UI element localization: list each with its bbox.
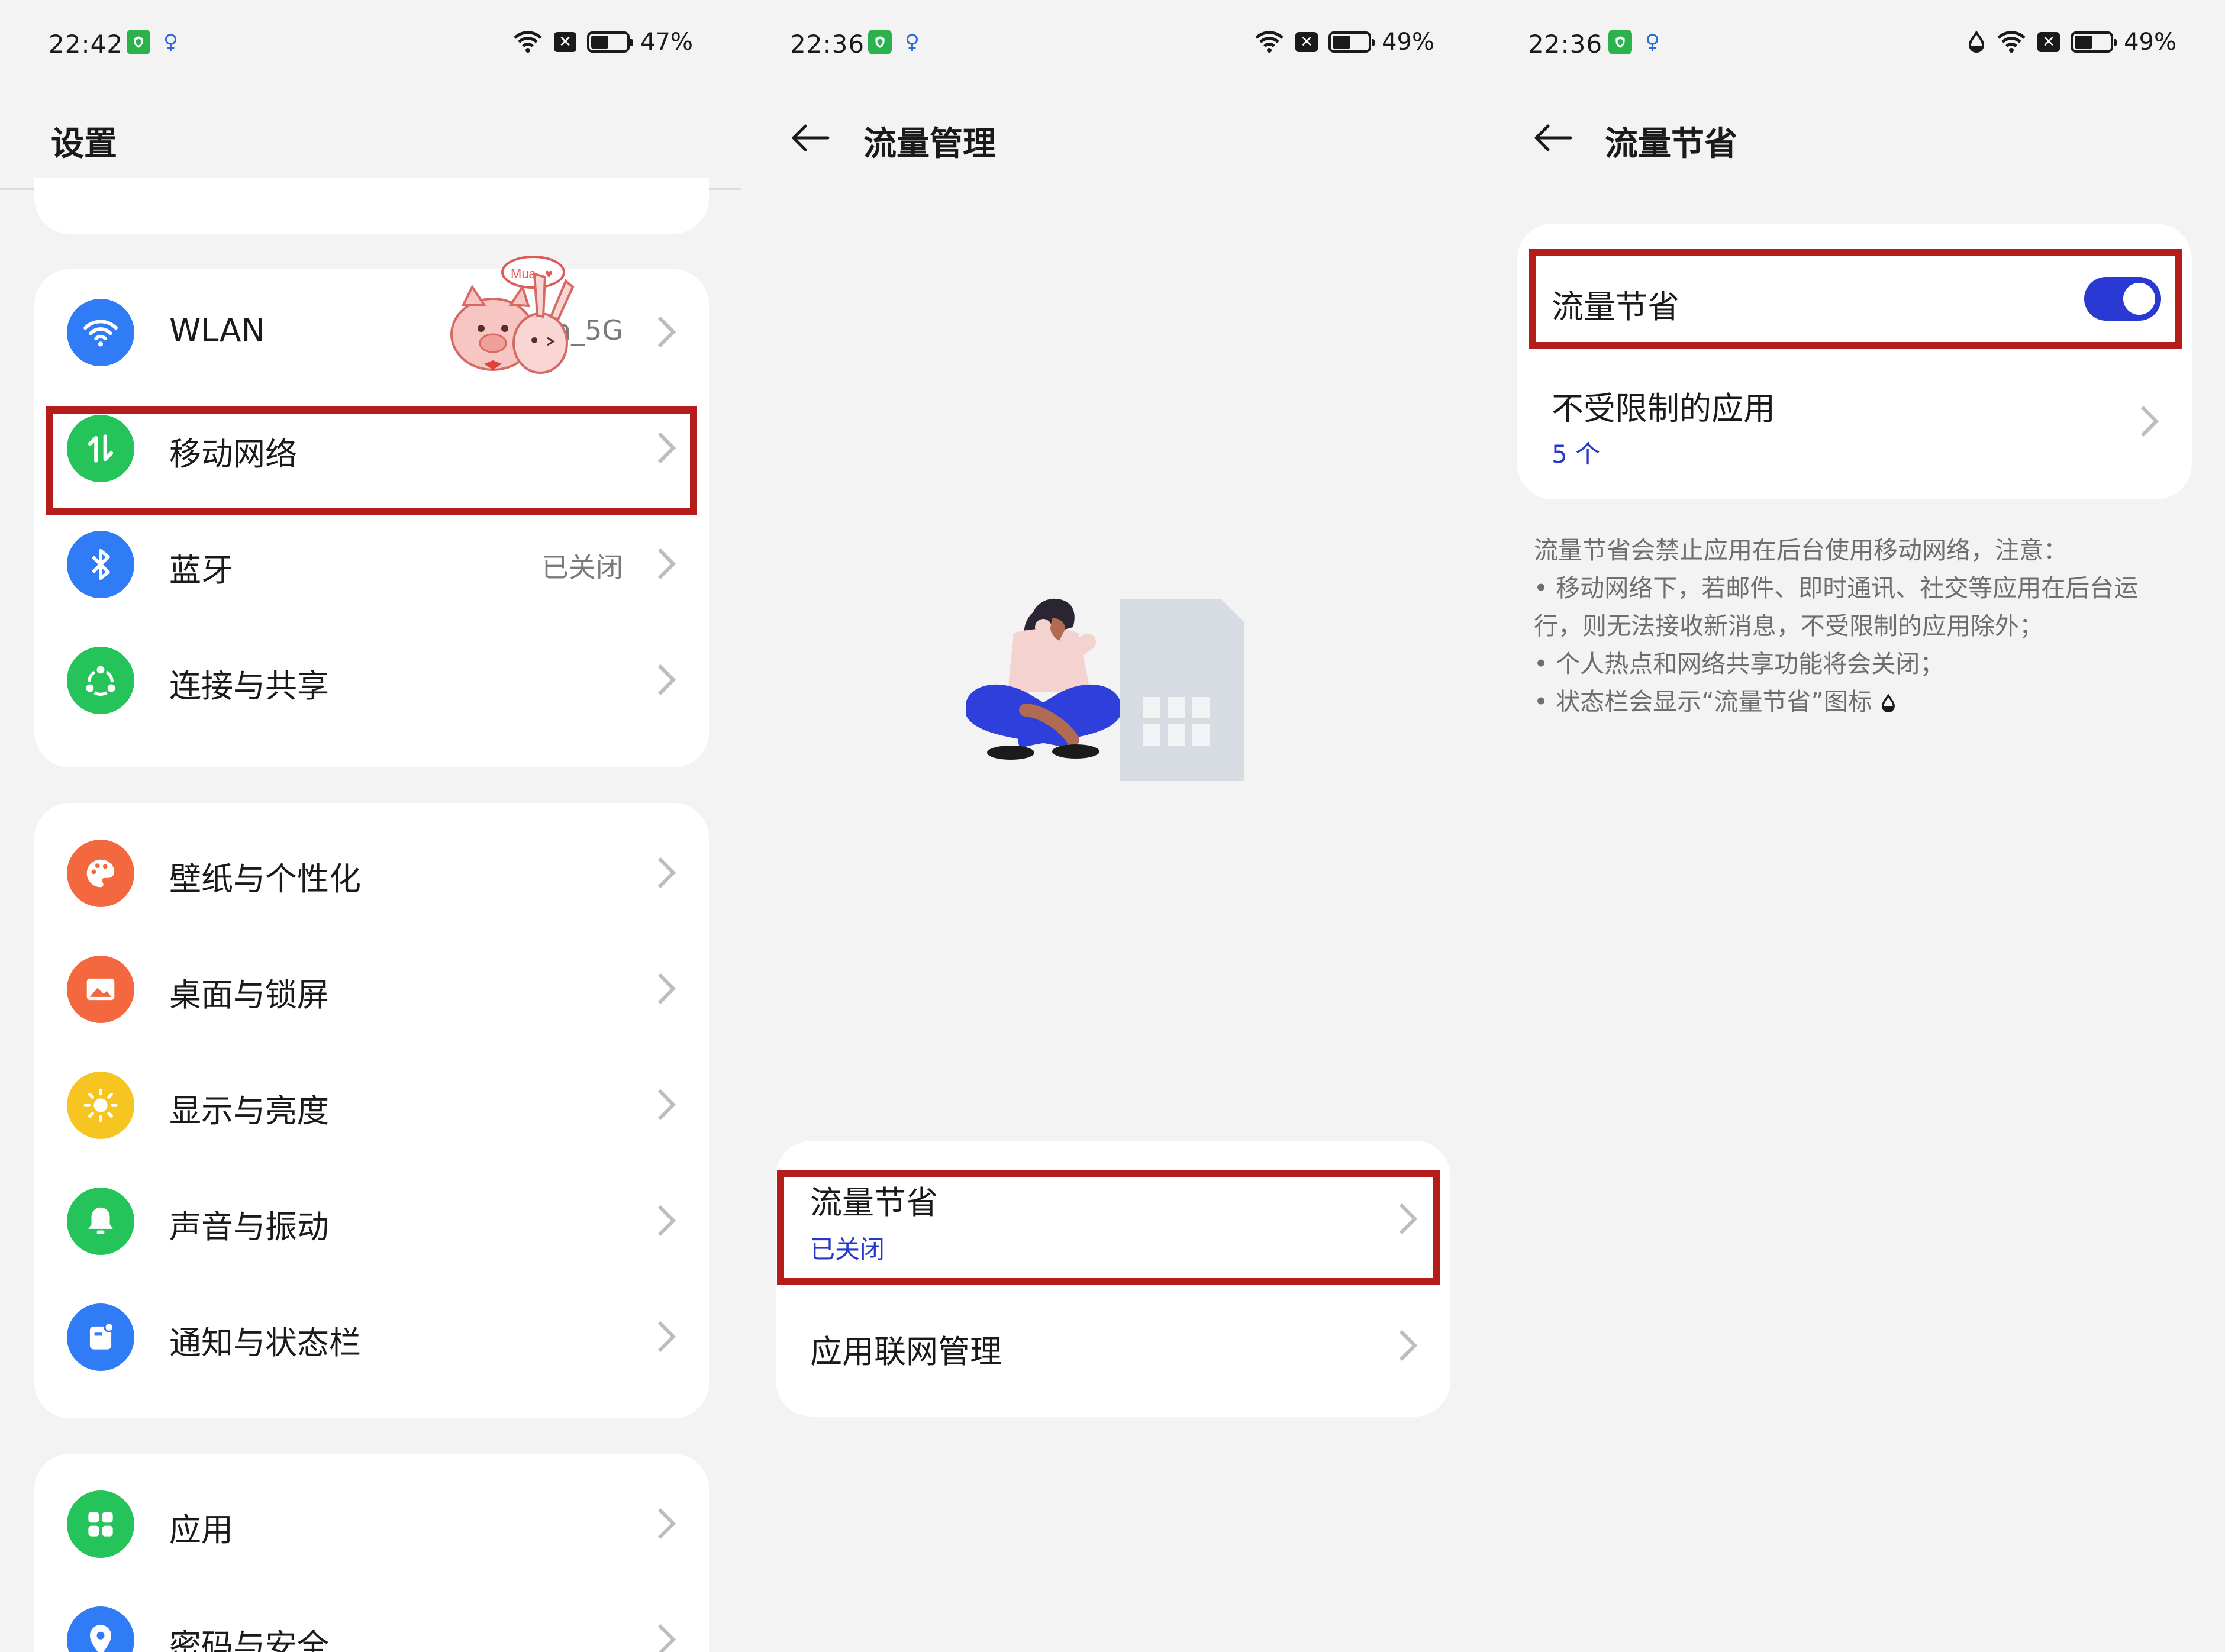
wifi-status-icon [1255, 31, 1284, 53]
svg-text:♥: ♥ [545, 266, 553, 281]
settings-row-bluetooth[interactable]: 蓝牙 已关闭 [34, 507, 709, 623]
data-saver-screen: 22:36 ♀ ✕ 49% 流量节省 流量节省 不受限制的应用 5 个 流量节省… [1483, 0, 2225, 1652]
settings-row-password-security[interactable]: 密码与安全 [34, 1583, 709, 1652]
chevron-right-icon [2140, 405, 2159, 437]
security-shield-icon [127, 30, 150, 54]
chevron-right-icon [657, 1508, 676, 1540]
settings-row-label: 通知与状态栏 [169, 1324, 361, 1361]
settings-row-sound-vibration[interactable]: 声音与振动 [34, 1164, 709, 1280]
note-line: • 状态栏会显示“流量节省”图标 [1534, 688, 1872, 716]
app-network-label: 应用联网管理 [810, 1333, 1002, 1370]
settings-row-label: 声音与振动 [169, 1208, 329, 1246]
battery-percent: 49% [1382, 28, 1434, 56]
settings-row-label: 壁纸与个性化 [169, 860, 361, 898]
sun-icon [67, 1072, 134, 1139]
battery-icon [1328, 31, 1375, 53]
page-title: 流量节省 [1605, 125, 1737, 163]
apps-grid-icon [67, 1490, 134, 1558]
china-unicom-icon: ♀ [1645, 30, 1660, 54]
status-time: 22:42 [49, 30, 124, 59]
settings-row-label: 应用 [169, 1511, 233, 1548]
battery-icon [587, 31, 634, 53]
no-sim-icon: ✕ [1295, 32, 1318, 52]
back-arrow-icon[interactable] [1531, 123, 1573, 153]
china-unicom-icon: ♀ [905, 30, 920, 54]
chevron-right-icon [657, 857, 676, 889]
settings-row-label: 连接与共享 [169, 667, 329, 705]
bluetooth-icon [67, 531, 134, 598]
chevron-right-icon [657, 1321, 676, 1353]
note-line: 行，则无法接收新消息，不受限制的应用除外； [1534, 612, 2043, 640]
data-saver-drop-icon [1881, 694, 1895, 713]
svg-text:Mua: Mua [511, 266, 537, 281]
unrestricted-apps-count: 5 个 [1552, 440, 1601, 469]
image-icon [67, 956, 134, 1023]
location-pin-icon [67, 1606, 134, 1652]
page-title: 设置 [51, 125, 117, 163]
wifi-icon [67, 299, 134, 366]
chevron-right-icon [657, 316, 676, 348]
chevron-right-icon [657, 973, 676, 1005]
chevron-right-icon [657, 1624, 676, 1652]
settings-row-connection-sharing[interactable]: 连接与共享 [34, 623, 709, 739]
security-shield-icon [1608, 30, 1632, 54]
highlight-mobile-network [46, 406, 697, 515]
page-title: 流量管理 [863, 125, 996, 163]
note-line: • 个人热点和网络共享功能将会关闭； [1534, 650, 1945, 678]
settings-row-label: 显示与亮度 [169, 1092, 329, 1130]
connectivity-card: WLAN yn_5G Mua ♥ 移动网络 蓝牙 已关闭 连接与共享 [34, 256, 709, 767]
bluetooth-status: 已关闭 [541, 551, 623, 583]
status-time: 22:36 [1528, 30, 1603, 59]
status-bar: 22:36 ♀ ✕ 49% [1483, 0, 2225, 89]
sim-card-person-illustration [966, 598, 1244, 781]
chevron-right-icon [1399, 1330, 1418, 1361]
share-icon [67, 647, 134, 714]
settings-row-wallpaper[interactable]: 壁纸与个性化 [34, 816, 709, 932]
wifi-status-icon [514, 31, 542, 53]
settings-row-label: 桌面与锁屏 [169, 976, 329, 1014]
highlight-data-saver-toggle [1529, 249, 2182, 349]
highlight-data-saver [777, 1170, 1440, 1285]
unrestricted-apps-label: 不受限制的应用 [1552, 390, 1775, 427]
battery-percent: 49% [2124, 28, 2176, 56]
note-line: 流量节省会禁止应用在后台使用移动网络，注意： [1534, 536, 2068, 564]
settings-row-label: 蓝牙 [169, 551, 233, 589]
pig-rabbit-sticker: Mua ♥ [450, 256, 575, 374]
status-bar: 22:42 ♀ ✕ 47% [0, 0, 741, 89]
no-sim-icon: ✕ [554, 32, 577, 52]
previous-card-edge [34, 178, 709, 234]
palette-icon [67, 840, 134, 907]
notification-icon [67, 1303, 134, 1371]
wifi-status-icon [1997, 31, 2026, 53]
status-time: 22:36 [790, 30, 865, 59]
chevron-right-icon [657, 664, 676, 696]
status-bar: 22:36 ♀ ✕ 49% [741, 0, 1483, 89]
data-saver-description: 流量节省会禁止应用在后台使用移动网络，注意： • 移动网络下，若邮件、即时通讯、… [1534, 531, 2185, 721]
battery-icon [2071, 31, 2117, 53]
note-line: • 移动网络下，若邮件、即时通讯、社交等应用在后台运 [1534, 574, 2139, 602]
security-shield-icon [868, 30, 892, 54]
china-unicom-icon: ♀ [163, 30, 178, 54]
no-sim-icon: ✕ [2037, 32, 2060, 52]
settings-row-label: WLAN [169, 312, 266, 349]
bell-icon [67, 1188, 134, 1255]
unrestricted-apps-row[interactable]: 不受限制的应用 5 个 [1517, 360, 2192, 484]
settings-row-apps[interactable]: 应用 [34, 1467, 709, 1583]
data-management-screen: 22:36 ♀ ✕ 49% 流量管理 流量节省 已关闭 应用联网管理 [741, 0, 1483, 1652]
data-saver-drop-icon [1969, 31, 1985, 53]
chevron-right-icon [657, 548, 676, 580]
app-network-management-row[interactable]: 应用联网管理 [776, 1289, 1450, 1405]
chevron-right-icon [657, 1089, 676, 1121]
battery-percent: 47% [640, 28, 693, 56]
personalization-card: 壁纸与个性化 桌面与锁屏 显示与亮度 声音与振动 通知与状态栏 [34, 803, 709, 1418]
settings-screen: 22:42 ♀ ✕ 47% 设置 WLAN yn_5G Mua ♥ 移动网络 蓝… [0, 0, 741, 1652]
settings-row-notification-statusbar[interactable]: 通知与状态栏 [34, 1280, 709, 1396]
settings-row-wlan[interactable]: WLAN yn_5G [34, 275, 709, 391]
settings-row-label: 密码与安全 [169, 1627, 329, 1652]
settings-row-desktop-lockscreen[interactable]: 桌面与锁屏 [34, 932, 709, 1048]
apps-security-card: 应用 密码与安全 [34, 1454, 709, 1652]
chevron-right-icon [657, 1205, 676, 1237]
back-arrow-icon[interactable] [789, 123, 830, 153]
settings-row-display-brightness[interactable]: 显示与亮度 [34, 1048, 709, 1164]
